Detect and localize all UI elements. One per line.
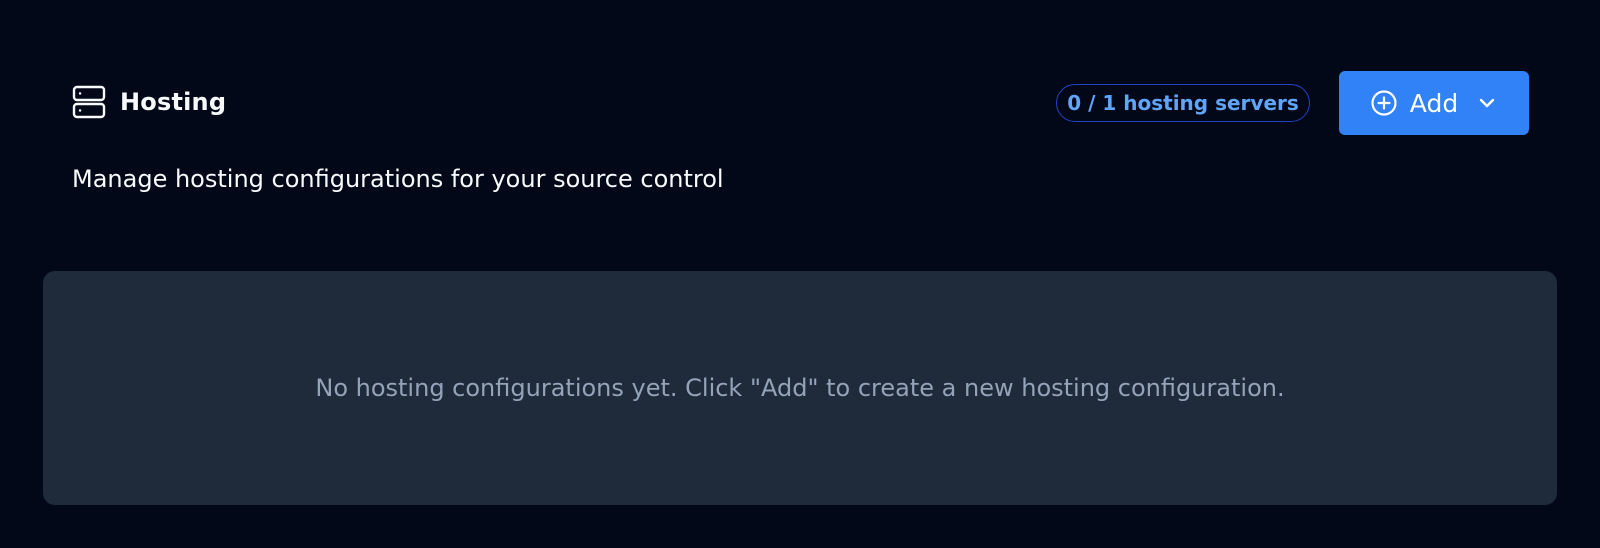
empty-state-panel: No hosting configurations yet. Click "Ad… [43, 271, 1557, 505]
server-icon [72, 85, 106, 119]
plus-circle-icon [1370, 89, 1398, 117]
page-title: Hosting [120, 88, 227, 116]
server-count-badge: 0 / 1 hosting servers [1056, 84, 1310, 122]
add-button[interactable]: Add [1339, 71, 1529, 135]
chevron-down-icon [1476, 92, 1498, 114]
empty-state-message: No hosting configurations yet. Click "Ad… [315, 374, 1285, 402]
page-subtitle: Manage hosting configurations for your s… [72, 165, 724, 193]
add-button-label: Add [1409, 88, 1459, 118]
section-header: Hosting [72, 84, 226, 120]
